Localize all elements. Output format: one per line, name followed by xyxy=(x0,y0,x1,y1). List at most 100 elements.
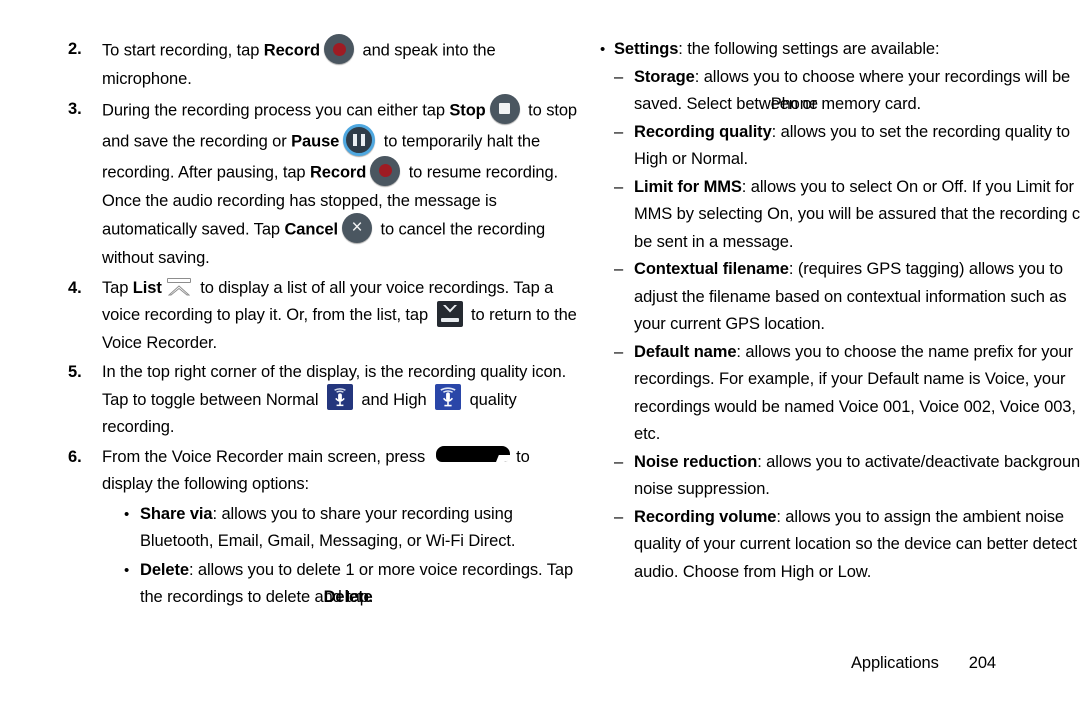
step-text-b: and High xyxy=(356,390,432,409)
recording-volume-line2: quality of your current location so the … xyxy=(634,535,1078,553)
settings-description: : the following settings are available: xyxy=(678,40,940,58)
step-number: 6. xyxy=(68,447,82,466)
record-button-icon[interactable] xyxy=(370,155,401,186)
step-number: 3. xyxy=(68,99,82,118)
setting-recording-volume: – Recording volume: allows you to assign… xyxy=(614,504,1080,587)
dash-icon: – xyxy=(614,260,624,278)
setting-line: Storage: allows you to choose where your… xyxy=(634,64,1080,92)
contextual-filename-line3: your current GPS location. xyxy=(634,315,825,333)
overlap-over-text: Phone xyxy=(770,95,818,113)
setting-line: adjust the filename based on contextual … xyxy=(634,284,1080,312)
record-button-icon[interactable] xyxy=(324,34,355,64)
limit-for-mms-line1: : allows you to select On or Off. If you… xyxy=(741,177,1074,196)
settings-label: Settings xyxy=(614,40,679,58)
setting-line: quality of your current location so the … xyxy=(634,531,1080,559)
dash-icon: – xyxy=(614,122,624,141)
storage-label: Storage xyxy=(634,67,695,86)
list-item: 4. Tap List to display a list of all you… xyxy=(64,275,584,358)
setting-line: audio. Choose from High or Low. xyxy=(634,559,1080,587)
list-item: 3. During the recording process you can … xyxy=(64,93,584,273)
setting-line: Contextual filename: (requires GPS taggi… xyxy=(634,256,1080,284)
dash-icon: – xyxy=(614,177,624,196)
noise-reduction-line2: noise suppression. xyxy=(634,480,770,498)
mic-normal-quality-icon[interactable] xyxy=(326,384,353,411)
setting-line: Default name: allows you to choose the n… xyxy=(634,339,1080,367)
step-number: 4. xyxy=(68,278,82,297)
step-body: Tap List to display a list of all your v… xyxy=(102,275,584,358)
overlapping-text-artifact: een Phone xyxy=(771,91,818,119)
setting-line: Recording volume: allows you to assign t… xyxy=(634,504,1080,532)
default-name-label: Default name xyxy=(634,342,737,361)
setting-line: etc. xyxy=(634,421,1080,449)
setting-line: Limit for MMS: allows you to select On o… xyxy=(634,174,1080,202)
limit-for-mms-label: Limit for MMS xyxy=(634,177,742,196)
footer-section-label: Applications xyxy=(850,654,939,672)
dash-icon: – xyxy=(614,342,624,361)
delete-label: Delete xyxy=(140,560,189,579)
setting-default-name: – Default name: allows you to choose the… xyxy=(614,339,1080,449)
page-footer: Applications 204 xyxy=(0,654,1080,673)
contextual-filename-line2: adjust the filename based on contextual … xyxy=(634,287,1067,306)
setting-recording-quality: – Recording quality: allows you to set t… xyxy=(614,119,1080,174)
return-icon[interactable] xyxy=(436,300,463,327)
list-item: • Share via: allows you to share your re… xyxy=(124,501,584,556)
record-label: Record xyxy=(263,41,321,60)
storage-line2-pre: saved. Select betw xyxy=(634,95,771,113)
setting-line: your current GPS location. xyxy=(634,311,1080,339)
stop-label: Stop xyxy=(449,100,486,119)
setting-line: recordings would be named Voice 001, Voi… xyxy=(634,394,1080,422)
pause-label: Pause xyxy=(291,131,340,150)
dash-icon: – xyxy=(614,67,624,86)
list-label: List xyxy=(132,278,162,297)
noise-reduction-label: Noise reduction xyxy=(634,452,758,471)
recording-quality-line1: : allows you to set the recording qualit… xyxy=(771,122,1070,141)
list-item: • Delete: allows you to delete 1 or more… xyxy=(124,557,584,612)
recording-volume-line3: audio. Choose from High or Low. xyxy=(634,562,872,581)
setting-line: noise suppression. xyxy=(634,476,1080,504)
limit-for-mms-line3: be sent in a message. xyxy=(634,232,794,251)
right-column: • Settings: the following settings are a… xyxy=(600,36,1080,586)
step-body: In the top right corner of the display, … xyxy=(102,359,584,442)
share-via-label: Share via xyxy=(140,504,213,523)
default-name-line1: : allows you to choose the name prefix f… xyxy=(736,342,1073,361)
left-column: 2. To start recording, tap Record and sp… xyxy=(64,34,584,614)
setting-line: Noise reduction: allows you to activate/… xyxy=(634,449,1080,477)
setting-storage: – Storage: allows you to choose where yo… xyxy=(614,64,1080,119)
footer-page-number: 204 xyxy=(968,654,996,672)
recording-volume-line1: : allows you to assign the ambient noise xyxy=(776,507,1065,526)
default-name-line3: recordings would be named Voice 001, Voi… xyxy=(634,397,1076,416)
step-text: During the recording process you can eit… xyxy=(102,100,450,119)
list-icon[interactable] xyxy=(166,277,192,297)
setting-line: be sent in a message. xyxy=(634,229,1080,257)
contextual-filename-line1: : (requires GPS tagging) allows you to xyxy=(788,260,1063,278)
dash-icon: – xyxy=(614,452,624,471)
settings-bullet: • Settings: the following settings are a… xyxy=(600,36,1080,64)
step-body: During the recording process you can eit… xyxy=(102,93,584,273)
manual-page: 2. To start recording, tap Record and sp… xyxy=(0,0,1080,720)
contextual-filename-label: Contextual filename xyxy=(634,260,789,278)
step-number: 5. xyxy=(68,363,82,381)
bullet-icon: • xyxy=(124,505,130,523)
setting-line: MMS by selecting On, you will be assured… xyxy=(634,201,1080,229)
setting-contextual-filename: – Contextual filename: (requires GPS tag… xyxy=(614,256,1080,339)
step-body: To start recording, tap Record and speak… xyxy=(102,34,584,94)
list-item: 6. From the Voice Recorder main screen, … xyxy=(64,444,584,612)
menu-options-list: • Share via: allows you to share your re… xyxy=(124,501,584,612)
setting-line: High or Normal. xyxy=(634,146,1080,174)
pause-button-icon[interactable] xyxy=(343,123,376,156)
default-name-line2: recordings. For example, if your Default… xyxy=(634,370,1066,388)
cancel-button-icon[interactable] xyxy=(341,213,372,243)
dash-icon: – xyxy=(614,507,624,526)
menu-key-icon[interactable] xyxy=(435,446,510,463)
record-label-2: Record xyxy=(309,162,367,181)
stop-button-icon[interactable] xyxy=(489,93,520,124)
cancel-label: Cancel xyxy=(284,220,338,239)
mic-high-quality-icon[interactable] xyxy=(435,384,462,411)
default-name-line4: etc. xyxy=(634,425,661,443)
setting-line: Recording quality: allows you to set the… xyxy=(634,119,1080,147)
list-item: 5. In the top right corner of the displa… xyxy=(64,359,584,442)
step-text: To start recording, tap xyxy=(102,41,264,60)
step-number: 2. xyxy=(68,40,82,58)
recording-quality-label: Recording quality xyxy=(634,122,772,141)
step-text: From the Voice Recorder main screen, pre… xyxy=(102,447,430,466)
